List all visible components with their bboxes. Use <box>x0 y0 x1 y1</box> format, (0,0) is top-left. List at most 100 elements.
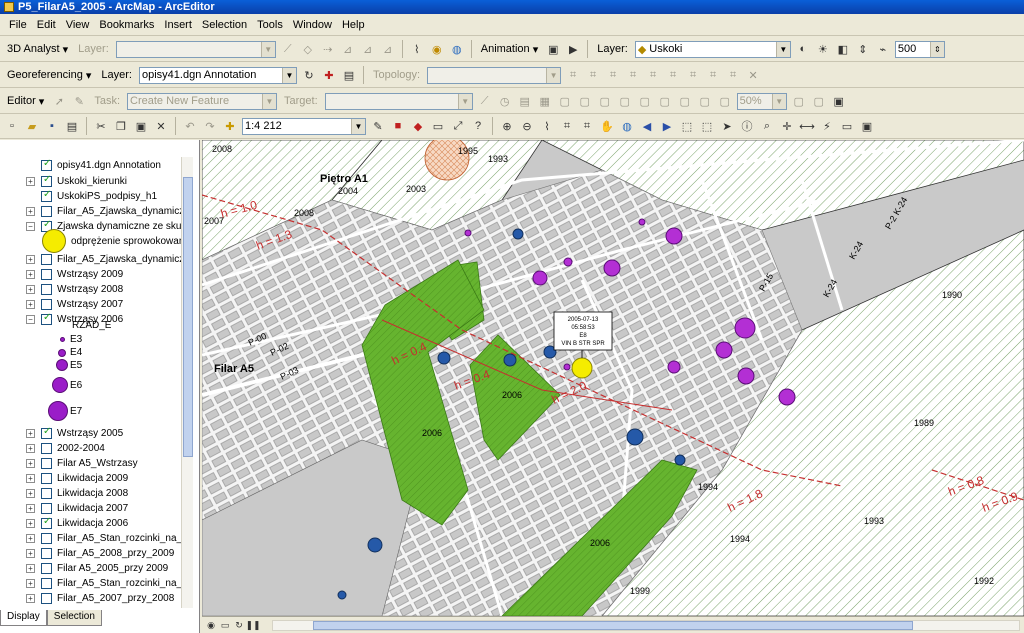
toc-layer-row[interactable]: + Filar_A5_2007_przy_2008 <box>0 590 174 606</box>
edit-icon[interactable]: ▢ <box>677 93 693 109</box>
toc-expander[interactable]: + <box>26 518 35 528</box>
select-elements-icon[interactable]: ➤ <box>719 118 735 134</box>
target-combo[interactable]: ▼ <box>324 92 473 110</box>
topology-tool-icon[interactable]: ✕ <box>745 67 761 83</box>
camera-icon[interactable]: ▣ <box>545 41 561 57</box>
seismic-event-marker[interactable] <box>778 388 796 406</box>
toc-expander[interactable]: + <box>26 458 35 468</box>
topology-tool-icon[interactable]: ⌗ <box>605 67 621 83</box>
select-features-icon[interactable]: ⬚ <box>679 118 695 134</box>
add-data-icon[interactable]: ✚ <box>222 118 238 134</box>
edit-icon[interactable]: ▢ <box>557 93 573 109</box>
layer-checkbox[interactable] <box>41 283 52 295</box>
layer-checkbox[interactable] <box>41 592 52 604</box>
toc-layer-row[interactable]: UskokiPS_podpisy_h1 <box>0 188 157 204</box>
full-extent-icon[interactable]: ◍ <box>619 118 635 134</box>
command-line-icon[interactable]: ▭ <box>430 118 446 134</box>
seismic-event-marker-2005[interactable] <box>367 537 383 553</box>
fixed-zoom-out-icon[interactable]: ⌗ <box>579 118 595 134</box>
layer-checkbox[interactable] <box>41 268 52 280</box>
layer-checkbox[interactable] <box>41 516 52 529</box>
topology-tool-icon[interactable]: ⌗ <box>585 67 601 83</box>
3d-tool-icon[interactable]: ◇ <box>300 41 316 57</box>
3d-tool-icon[interactable]: ⇢ <box>320 41 336 57</box>
animation-menu[interactable]: Animation ▾ <box>478 43 542 56</box>
save-icon[interactable]: ▪ <box>44 118 60 134</box>
seismic-event-marker[interactable] <box>638 218 646 226</box>
print-icon[interactable]: ▤ <box>64 118 80 134</box>
tab-display[interactable]: Display <box>0 610 47 626</box>
open-folder-icon[interactable]: ▰ <box>24 118 40 134</box>
edit-icon[interactable]: ▢ <box>791 93 807 109</box>
split-tool-icon[interactable]: ⟋ <box>477 93 493 109</box>
delete-icon[interactable]: ✕ <box>153 118 169 134</box>
3d-layer-combo[interactable]: ▼ <box>115 40 276 58</box>
toc-expander[interactable]: + <box>26 563 35 573</box>
edit-icon[interactable]: ▢ <box>717 93 733 109</box>
scrollbar-thumb[interactable] <box>313 621 913 630</box>
edit-tool-icon[interactable]: ➚ <box>51 93 67 109</box>
toc-expander[interactable]: + <box>26 299 35 309</box>
toc-expander[interactable] <box>26 160 35 170</box>
editor-toolbar-icon[interactable]: ✎ <box>370 118 386 134</box>
menu-view[interactable]: View <box>61 19 95 31</box>
toc-layer-row[interactable]: + Wstrząsy 2007 <box>0 296 123 312</box>
back-extent-icon[interactable]: ◀ <box>639 118 655 134</box>
edit-icon[interactable]: ▢ <box>597 93 613 109</box>
menu-insert[interactable]: Insert <box>159 19 197 31</box>
topology-tool-icon[interactable]: ⌗ <box>565 67 581 83</box>
layer-checkbox[interactable] <box>41 562 52 574</box>
3d-analyst-menu[interactable]: 3D Analyst ▾ <box>4 43 71 56</box>
toc-layer-row[interactable]: + Filar A5_2005_przy 2009 <box>0 560 168 576</box>
measure-icon[interactable]: ⟷ <box>799 118 815 134</box>
toc-expander[interactable]: − <box>26 314 35 324</box>
cut-icon[interactable]: ✂ <box>93 118 109 134</box>
seismic-event-marker-2005[interactable] <box>337 590 347 600</box>
seismic-event-marker[interactable] <box>563 363 571 371</box>
layer-checkbox[interactable] <box>41 158 52 171</box>
map-horizontal-scrollbar[interactable] <box>272 620 1020 631</box>
layer-checkbox[interactable] <box>41 502 52 514</box>
edit-icon[interactable]: ▢ <box>657 93 673 109</box>
undo-icon[interactable]: ↶ <box>182 118 198 134</box>
toc-expander[interactable]: + <box>26 254 35 264</box>
layer-checkbox[interactable] <box>41 298 52 310</box>
event-marker-yellow[interactable] <box>571 357 593 379</box>
toc-layer-row[interactable]: + Uskoki_kierunki <box>0 173 127 189</box>
task-combo[interactable]: Create New Feature ▼ <box>127 92 278 110</box>
percent-combo[interactable]: 50% ▼ <box>736 92 787 110</box>
toc-expander[interactable]: + <box>26 503 35 513</box>
toc-expander[interactable]: + <box>26 593 35 603</box>
seismic-event-marker[interactable] <box>464 229 472 237</box>
menu-window[interactable]: Window <box>288 19 337 31</box>
edit-icon[interactable]: ▢ <box>697 93 713 109</box>
layer-checkbox[interactable] <box>41 253 52 265</box>
copy-icon[interactable]: ❐ <box>113 118 129 134</box>
layer-checkbox[interactable] <box>41 532 52 544</box>
layer-checkbox[interactable] <box>41 442 52 454</box>
3d-tool-icon[interactable]: ⟋ <box>280 41 296 57</box>
topology-tool-icon[interactable]: ⌗ <box>645 67 661 83</box>
seismic-event-marker[interactable] <box>715 341 733 359</box>
toc-layer-row[interactable]: + Likwidacja 2007 <box>0 500 128 516</box>
go-to-xy-icon[interactable]: ✛ <box>779 118 795 134</box>
topology-tool-icon[interactable]: ⌗ <box>665 67 681 83</box>
toc-layer-row[interactable]: + Likwidacja 2008 <box>0 485 128 501</box>
toc-expander[interactable]: + <box>26 443 35 453</box>
seismic-event-marker[interactable] <box>737 367 755 385</box>
toc-expander[interactable]: + <box>26 284 35 294</box>
toc-layer-row[interactable]: + Filar A5_Wstrzasy <box>0 455 138 471</box>
time-slider-icon[interactable]: ▣ <box>859 118 875 134</box>
link-table-icon[interactable]: ▤ <box>341 67 357 83</box>
refresh-icon[interactable]: ↻ <box>234 620 244 630</box>
arcscene-icon[interactable]: ◉ <box>429 41 445 57</box>
layer-checkbox[interactable] <box>41 189 52 202</box>
toc-layer-row[interactable]: + Wstrząsy 2008 <box>0 281 123 297</box>
menu-tools[interactable]: Tools <box>252 19 288 31</box>
seismic-event-marker[interactable] <box>603 259 621 277</box>
seismic-event-marker-2005[interactable] <box>512 228 524 240</box>
seismic-event-marker[interactable] <box>665 227 683 245</box>
pause-drawing-icon[interactable]: ❚❚ <box>245 620 260 630</box>
html-popup-icon[interactable]: ▭ <box>839 118 855 134</box>
play-icon[interactable]: ▶ <box>565 41 581 57</box>
